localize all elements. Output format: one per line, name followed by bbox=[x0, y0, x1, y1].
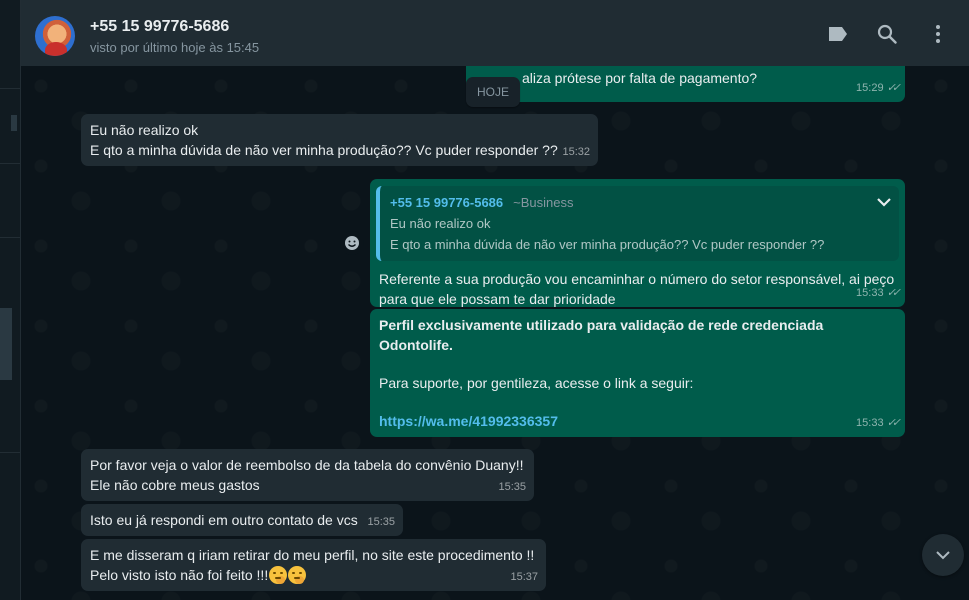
double-check-icon: ✓✓ bbox=[886, 287, 902, 299]
chat-header[interactable]: +55 15 99776-5686 visto por último hoje … bbox=[21, 0, 969, 66]
contact-status: visto por último hoje às 15:45 bbox=[90, 40, 260, 55]
quoted-line: E qto a minha dúvida de não ver minha pr… bbox=[390, 237, 825, 252]
message-time: 15:33 bbox=[856, 287, 884, 299]
label-icon[interactable] bbox=[827, 23, 849, 45]
scroll-down-button[interactable] bbox=[922, 534, 964, 576]
message-line: para que ele possam te dar prioridade bbox=[379, 291, 616, 307]
quoted-author-tag: ~Business bbox=[513, 195, 574, 210]
message-time: 15:33 bbox=[856, 417, 884, 429]
message-time: 15:37 bbox=[510, 571, 538, 583]
chevron-down-icon[interactable] bbox=[877, 192, 891, 213]
message-time: 15:35 bbox=[498, 481, 526, 493]
message-line: Eu não realizo ok bbox=[90, 122, 199, 138]
shushing-face-emoji-icon bbox=[269, 566, 288, 584]
message-line: Para suporte, por gentileza, acesse o li… bbox=[379, 375, 694, 391]
double-check-icon: ✓✓ bbox=[886, 82, 902, 94]
chat-list-edge bbox=[0, 0, 21, 600]
quoted-line: Eu não realizo ok bbox=[390, 216, 491, 231]
message-outgoing[interactable]: aliza prótese por falta de pagamento? 15… bbox=[466, 66, 905, 102]
message-link[interactable]: https://wa.me/41992336357 bbox=[379, 411, 896, 431]
message-time: 15:35 bbox=[367, 516, 395, 528]
message-line: Referente a sua produção vou encaminhar … bbox=[379, 271, 895, 287]
chevron-down-icon bbox=[936, 551, 950, 560]
double-check-icon: ✓✓ bbox=[886, 417, 902, 429]
message-outgoing[interactable]: +55 15 99776-5686 ~Business Eu não reali… bbox=[370, 179, 905, 307]
shushing-face-emoji-icon bbox=[288, 566, 307, 584]
contact-name[interactable]: +55 15 99776-5686 bbox=[90, 18, 229, 36]
message-line: Pelo visto isto não foi feito !!! bbox=[90, 567, 269, 583]
more-vertical-icon[interactable] bbox=[927, 23, 949, 45]
search-icon[interactable] bbox=[876, 23, 898, 45]
message-line: Ele não cobre meus gastos bbox=[90, 477, 260, 493]
message-time: 15:29 bbox=[856, 82, 884, 94]
message-text: Isto eu já respondi em outro contato de … bbox=[90, 512, 358, 528]
message-line: Perfil exclusivamente utilizado para val… bbox=[379, 317, 824, 333]
message-incoming[interactable]: Eu não realizo ok E qto a minha dúvida d… bbox=[81, 114, 598, 166]
quoted-author: +55 15 99776-5686 bbox=[390, 195, 504, 210]
message-incoming[interactable]: E me disseram q iriam retirar do meu per… bbox=[81, 539, 546, 591]
message-incoming[interactable]: Por favor veja o valor de reembolso de d… bbox=[81, 449, 534, 501]
message-incoming[interactable]: Isto eu já respondi em outro contato de … bbox=[81, 504, 403, 536]
message-text: aliza prótese por falta de pagamento? bbox=[522, 70, 758, 86]
date-chip: HOJE bbox=[466, 77, 520, 107]
avatar[interactable] bbox=[35, 16, 75, 56]
message-time: 15:32 bbox=[562, 146, 590, 158]
emoji-icon[interactable] bbox=[340, 231, 364, 255]
message-line: E qto a minha dúvida de não ver minha pr… bbox=[90, 142, 558, 158]
conversation-panel[interactable]: aliza prótese por falta de pagamento? 15… bbox=[21, 66, 969, 600]
quoted-message[interactable]: +55 15 99776-5686 ~Business Eu não reali… bbox=[376, 186, 899, 261]
message-line: Por favor veja o valor de reembolso de d… bbox=[90, 457, 524, 473]
message-line: Odontolife. bbox=[379, 337, 453, 353]
message-outgoing[interactable]: Perfil exclusivamente utilizado para val… bbox=[370, 309, 905, 437]
message-line: E me disseram q iriam retirar do meu per… bbox=[90, 547, 535, 563]
